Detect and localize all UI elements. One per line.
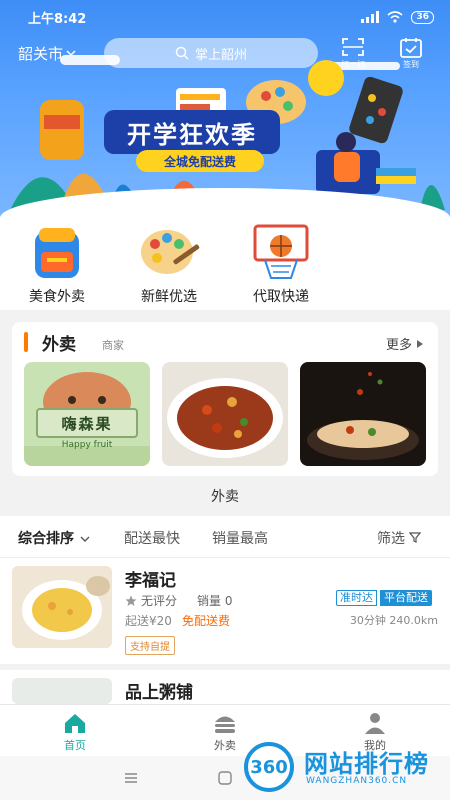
merchant-thumb-wok[interactable] <box>300 362 426 466</box>
star-icon <box>125 595 137 606</box>
search-placeholder: 掌上韶州 <box>194 47 247 63</box>
scan-icon <box>342 38 364 56</box>
store-image <box>12 566 112 648</box>
card-title: 外卖 <box>42 335 76 355</box>
sort-fastest-delivery[interactable]: 配送最快 <box>124 528 180 548</box>
tab-label: 首页 <box>64 739 86 752</box>
checkin-label: 签到 <box>403 60 419 69</box>
status-time: 上午8:42 <box>28 11 87 27</box>
calendar-check-icon <box>400 38 422 58</box>
filter-label: 筛选 <box>377 531 405 547</box>
top-bar: 韶关市 掌上韶州 扫一扫 签到 <box>0 36 450 70</box>
watermark-badge: 360 <box>244 742 294 792</box>
banner-subtitle: 全城免配送费 <box>136 150 264 172</box>
card-subtitle: 商家 <box>102 339 124 352</box>
wifi-icon <box>387 11 403 23</box>
palette-icon <box>137 222 201 282</box>
checkin-button[interactable]: 签到 <box>398 36 424 70</box>
store-sign-english: Happy fruit <box>61 440 113 450</box>
delivery-time-distance: 30分钟 240.0km <box>349 614 438 627</box>
watermark-title: 网站排行榜 <box>304 750 429 778</box>
home-square-icon[interactable] <box>218 771 232 785</box>
menu-icon[interactable] <box>124 772 138 784</box>
store-card[interactable]: 李福记 无评分 销量 0 准时达 平台配送 起送¥20 免配送费 30分钟 24… <box>0 558 450 664</box>
banner-title: 开学狂欢季 <box>104 110 280 154</box>
chevron-down-icon <box>66 50 76 57</box>
basketball-hoop-icon <box>249 222 313 282</box>
store-image <box>12 678 112 704</box>
burger-icon <box>215 716 235 733</box>
more-link[interactable]: 更多 <box>386 334 424 353</box>
scan-button[interactable]: 扫一扫 <box>340 36 366 70</box>
category-label: 新鲜优选 <box>141 289 197 305</box>
merchant-thumb-happy-fruit[interactable]: 嗨森果 Happy fruit <box>24 362 150 466</box>
tab-label: 外卖 <box>214 739 236 752</box>
min-order: 起送¥20 <box>125 614 172 628</box>
search-icon <box>175 46 189 60</box>
funnel-icon <box>409 532 422 543</box>
store-sign: 嗨森果 <box>36 408 138 438</box>
search-input[interactable]: 掌上韶州 <box>104 38 318 68</box>
watermark-url: WANGZHAN360.CN <box>306 776 408 786</box>
store-name: 品上粥铺 <box>125 683 193 703</box>
pickup-badge: 支持自提 <box>125 636 175 655</box>
free-delivery: 免配送费 <box>182 614 231 628</box>
takeaway-card: 外卖 商家 更多 嗨森果 Happy fruit <box>12 322 438 476</box>
on-time-badge: 准时达 <box>336 590 377 606</box>
category-food-delivery[interactable]: 美食外卖 <box>12 222 102 306</box>
tab-home[interactable]: 首页 <box>35 711 115 753</box>
section-accent-bar <box>24 332 28 352</box>
store-card[interactable]: 品上粥铺 <box>0 670 450 704</box>
spicy-dish-image <box>167 378 283 458</box>
city-label: 韶关市 <box>18 44 64 63</box>
category-express-pickup[interactable]: 代取快递 <box>236 222 326 306</box>
user-icon <box>365 713 385 734</box>
category-fresh-selection[interactable]: 新鲜优选 <box>124 222 214 306</box>
sort-label: 综合排序 <box>18 531 74 547</box>
category-label: 代取快递 <box>253 289 309 305</box>
site-watermark: 360 网站排行榜 WANGZHAN360.CN <box>244 742 450 800</box>
triangle-right-icon <box>417 339 423 348</box>
merchant-thumb-dish[interactable] <box>162 362 288 466</box>
platform-delivery-badge: 平台配送 <box>380 590 432 606</box>
wok-dish-image <box>307 372 419 460</box>
sort-comprehensive[interactable]: 综合排序 <box>18 528 91 548</box>
rating-text: 无评分 <box>141 594 178 608</box>
status-bar: 上午8:42 36 <box>0 0 450 34</box>
store-sales: 销量 0 <box>197 594 233 608</box>
section-heading: 外卖 <box>211 489 239 505</box>
more-label: 更多 <box>385 338 412 353</box>
store-rating: 无评分 <box>125 592 177 609</box>
sort-bar: 综合排序 配送最快 销量最高 筛选 <box>0 516 450 558</box>
backpack-icon <box>25 222 89 282</box>
scan-label: 扫一扫 <box>341 60 365 69</box>
sort-top-sales[interactable]: 销量最高 <box>212 528 268 548</box>
signal-icon <box>361 11 380 23</box>
filter-button[interactable]: 筛选 <box>377 528 422 548</box>
city-selector[interactable]: 韶关市 <box>18 43 77 64</box>
store-name: 李福记 <box>125 571 176 591</box>
quick-categories: 美食外卖 新鲜优选 代取快递 <box>0 218 450 310</box>
home-icon <box>65 714 85 733</box>
category-label: 美食外卖 <box>29 289 85 305</box>
battery-icon: 36 <box>411 10 434 24</box>
chevron-down-icon <box>80 536 90 542</box>
